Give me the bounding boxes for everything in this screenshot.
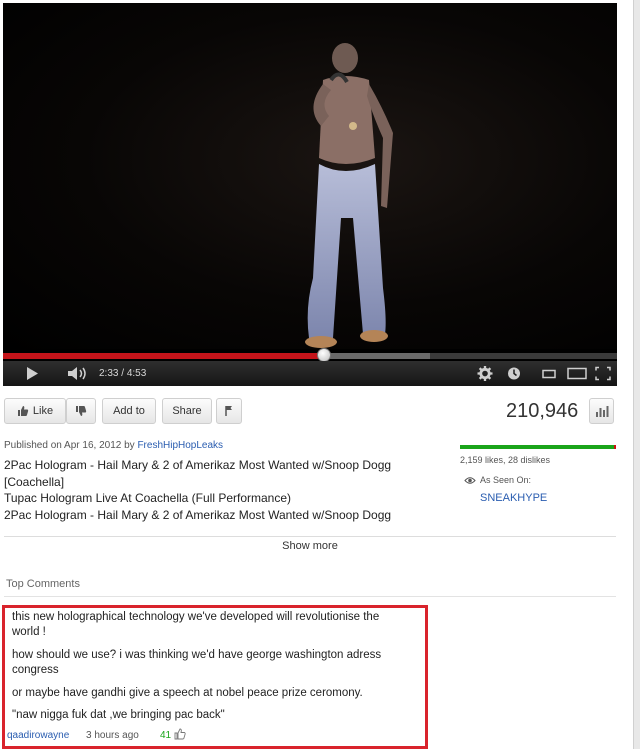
stats-button[interactable] (589, 398, 614, 424)
fullscreen-icon[interactable] (595, 366, 611, 381)
comment-author[interactable]: qaadirowayne (7, 730, 69, 741)
description-line: 2Pac Hologram - Hail Mary & 2 of Amerika… (4, 458, 392, 472)
bar-chart-icon (596, 406, 609, 417)
page-scrollbar[interactable] (633, 0, 640, 749)
like-ratio-bar (460, 445, 616, 449)
duration: 4:53 (126, 368, 147, 379)
as-seen-on-label: As Seen On: (480, 475, 532, 485)
published-info: Published on Apr 16, 2012 by FreshHipHop… (4, 440, 223, 451)
current-time: 2:33 (99, 368, 119, 379)
eye-icon (464, 477, 476, 484)
seek-bar[interactable] (3, 348, 617, 362)
seek-handle[interactable] (316, 348, 331, 362)
video-frame[interactable] (3, 3, 617, 349)
show-more-button[interactable]: Show more (4, 536, 616, 555)
description-line: Tupac Hologram Live At Coachella (Full P… (4, 491, 292, 505)
play-icon[interactable] (25, 366, 39, 381)
top-comments-heading: Top Comments (6, 578, 80, 590)
flag-button[interactable] (216, 398, 242, 424)
comments-divider (4, 596, 616, 597)
like-label: Like (32, 405, 54, 417)
large-player-icon[interactable] (567, 366, 587, 381)
comment-text-line: "naw nigga fuk dat ,we bringing pac back… (12, 709, 225, 721)
likes-dislikes-count: 2,159 likes, 28 dislikes (460, 455, 551, 465)
hologram-performer-image (305, 43, 393, 348)
annotation-icon[interactable] (507, 366, 521, 381)
time-separator: / (121, 368, 125, 379)
volume-icon[interactable] (67, 366, 89, 381)
video-player[interactable]: 2:33 / 4:53 (3, 3, 617, 386)
as-seen-on-link[interactable]: SNEAKHYPE (480, 492, 547, 504)
view-count: 210,946 (506, 400, 579, 422)
comment-text-line: world ! (12, 626, 46, 638)
like-button[interactable]: Like (4, 398, 66, 424)
video-description: 2Pac Hologram - Hail Mary & 2 of Amerika… (4, 457, 424, 535)
comment-text-line: how should we use? i was thinking we'd h… (12, 649, 382, 661)
comment-timestamp: 3 hours ago (86, 730, 139, 741)
thumbs-up-icon (17, 406, 29, 416)
small-player-icon[interactable] (541, 366, 557, 381)
published-date: Published on Apr 16, 2012 by (4, 440, 135, 451)
comment-text-line: congress (12, 664, 59, 676)
player-controls: 2:33 / 4:53 (3, 361, 617, 386)
highlighted-comment: this new holographical technology we've … (2, 605, 428, 749)
share-button[interactable]: Share (162, 398, 212, 424)
comment-vote-count: 41 (160, 730, 172, 741)
dislike-segment (613, 445, 616, 449)
dislike-button[interactable] (66, 398, 96, 424)
channel-link[interactable]: FreshHipHopLeaks (137, 440, 223, 451)
time-display: 2:33 / 4:53 (99, 368, 146, 379)
thumbs-up-vote-icon[interactable] (174, 728, 186, 740)
played-bar (3, 353, 324, 359)
add-to-button[interactable]: Add to (102, 398, 156, 424)
comment-text-line: this new holographical technology we've … (12, 611, 380, 623)
description-line: [Coachella] (4, 474, 65, 489)
comment-text-line: or maybe have gandhi give a speech at no… (12, 687, 363, 699)
flag-icon (225, 406, 232, 416)
share-label: Share (172, 405, 202, 417)
thumbs-down-icon (76, 406, 87, 416)
description-line: 2Pac Hologram - Hail Mary & 2 of Amerika… (4, 507, 392, 522)
add-to-label: Add to (113, 405, 145, 417)
gear-icon[interactable] (477, 366, 493, 381)
